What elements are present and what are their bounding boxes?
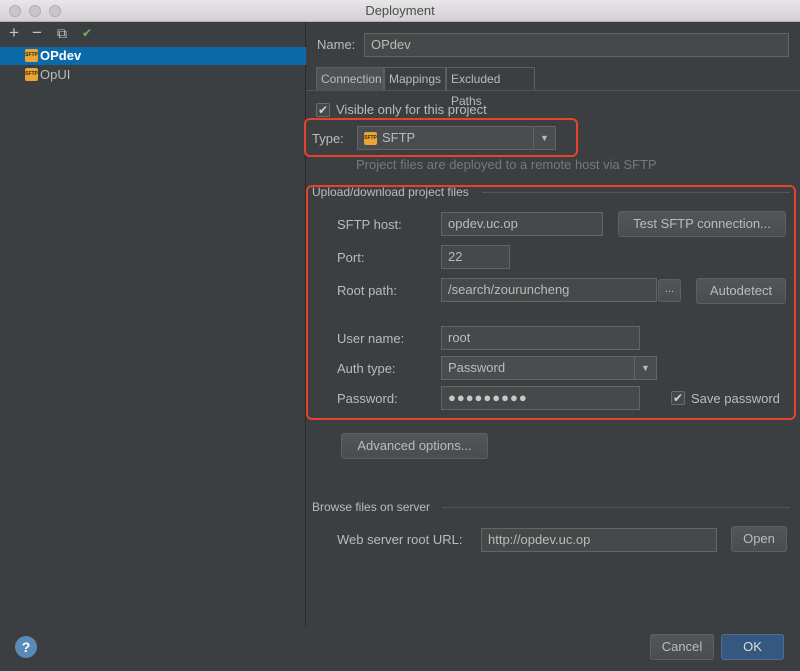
advanced-options-button[interactable]: Advanced options... <box>341 433 488 459</box>
server-item-opdev[interactable]: SFTP OPdev <box>0 47 306 65</box>
window-title: Deployment <box>365 3 435 18</box>
section-divider <box>442 507 790 508</box>
tab-connection[interactable]: Connection <box>316 67 384 91</box>
highlight-upload-section <box>306 185 796 420</box>
type-hint: Project files are deployed to a remote h… <box>356 157 657 172</box>
web-root-label: Web server root URL: <box>337 532 463 547</box>
server-item-label: OPdev <box>40 48 82 63</box>
server-list-toolbar: + − ⧉ ✔ <box>0 22 305 46</box>
copy-icon[interactable]: ⧉ <box>53 25 71 43</box>
close-window-button[interactable] <box>9 5 21 17</box>
open-button[interactable]: Open <box>731 526 787 552</box>
visible-only-label: Visible only for this project <box>336 102 487 117</box>
tab-mappings[interactable]: Mappings <box>384 67 446 91</box>
server-item-opui[interactable]: SFTP OpUI <box>0 66 306 84</box>
remove-icon[interactable]: − <box>28 24 46 43</box>
add-icon[interactable]: + <box>5 24 23 43</box>
web-root-input[interactable]: http://opdev.uc.op <box>481 528 717 552</box>
browse-section-title: Browse files on server <box>312 500 431 514</box>
server-list-pane: + − ⧉ ✔ SFTP OPdev SFTP OpUI <box>0 22 306 626</box>
server-item-label: OpUI <box>40 67 71 82</box>
ok-button[interactable]: OK <box>721 634 784 660</box>
sftp-icon: SFTP <box>25 49 38 62</box>
zoom-window-button[interactable] <box>49 5 61 17</box>
sftp-icon: SFTP <box>25 68 38 81</box>
name-input[interactable]: OPdev <box>364 33 789 57</box>
title-bar: Deployment <box>0 0 800 22</box>
visible-only-checkbox[interactable]: ✔ <box>316 103 330 117</box>
help-icon[interactable]: ? <box>15 636 37 658</box>
cancel-button[interactable]: Cancel <box>650 634 714 660</box>
set-default-icon[interactable]: ✔ <box>78 25 96 43</box>
tab-excluded-paths[interactable]: Excluded Paths <box>446 67 535 108</box>
name-label: Name: <box>317 37 356 52</box>
minimize-window-button[interactable] <box>29 5 41 17</box>
highlight-type <box>304 118 578 157</box>
tab-divider <box>306 90 800 91</box>
